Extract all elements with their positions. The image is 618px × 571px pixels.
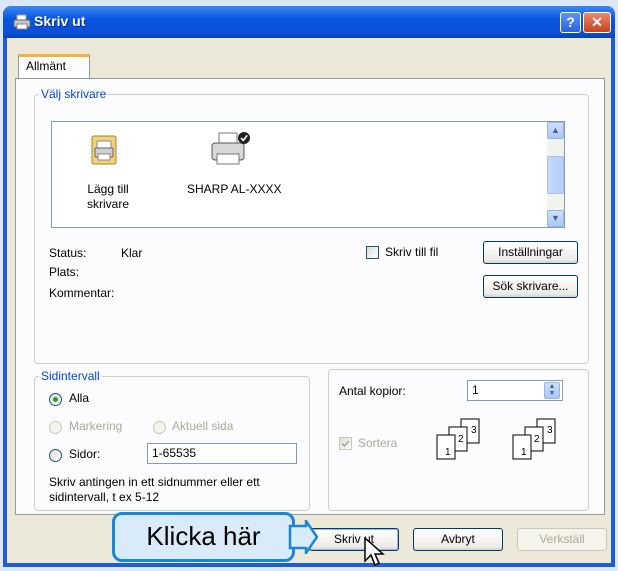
selection-label: Markering <box>69 419 123 433</box>
printer-list-scrollbar[interactable]: ▲ ▼ <box>547 122 564 227</box>
print-to-file-label: Skriv till fil <box>385 245 439 259</box>
mouse-cursor-icon <box>364 537 385 567</box>
close-button[interactable]: ✕ <box>583 12 611 33</box>
title-bar[interactable]: Skriv ut ? ✕ <box>3 6 615 38</box>
collate-page-number-2: 2 <box>458 434 464 445</box>
scroll-thumb[interactable] <box>547 156 564 194</box>
pages-input[interactable]: 1-65535 <box>147 443 297 464</box>
page-range-hint: Skriv antingen in ett sidnummer eller et… <box>49 475 260 505</box>
printer-item-add[interactable]: Lägg till skrivare <box>77 132 157 222</box>
collate-page-number-1b: 1 <box>521 447 527 458</box>
copies-spin-icon[interactable]: ▲ ▼ <box>544 382 560 399</box>
select-printer-group: Välj skrivare Lägg till skrivare SHARP A… <box>34 87 589 364</box>
all-pages-label: Alla <box>69 391 90 405</box>
help-button[interactable]: ? <box>560 12 581 33</box>
copies-input[interactable]: 1 ▲ ▼ <box>467 380 563 401</box>
find-printer-button[interactable]: Sök skrivare... <box>483 275 578 298</box>
page-range-hint-line1: Skriv antingen in ett sidnummer eller et… <box>49 475 260 489</box>
scroll-down-icon[interactable]: ▼ <box>547 210 564 227</box>
page-range-group: Sidintervall Alla Markering Aktuell sida… <box>34 369 310 511</box>
selection-radio[interactable] <box>49 421 62 434</box>
collate-pages-icon-2: 1 2 3 <box>512 418 556 460</box>
collate-checkbox[interactable] <box>339 437 352 450</box>
status-value: Klar <box>121 246 143 260</box>
callout-pointer-arrow-icon <box>288 520 318 554</box>
tab-panel-general: Välj skrivare Lägg till skrivare SHARP A… <box>15 78 605 515</box>
pages-radio[interactable] <box>49 449 62 462</box>
collate-check-icon <box>341 440 350 448</box>
dialog-client-area: Allmänt Välj skrivare Lägg till skrivare… <box>7 38 611 563</box>
click-here-callout: Klicka här <box>112 512 295 562</box>
radio-selected-dot <box>53 397 58 402</box>
apply-button[interactable]: Verkställ <box>517 528 607 551</box>
copies-label: Antal kopior: <box>339 384 406 398</box>
location-label: Plats: <box>49 265 80 279</box>
printer-sharp-label: SHARP AL-XXXX <box>187 182 282 196</box>
window-title: Skriv ut <box>34 13 86 29</box>
add-printer-label-line2: skrivare <box>86 197 129 211</box>
scroll-up-icon[interactable]: ▲ <box>547 122 564 139</box>
comment-label: Kommentar: <box>49 286 115 300</box>
current-page-radio[interactable] <box>153 421 166 434</box>
copies-group: Antal kopior: 1 ▲ ▼ Sortera 1 2 3 1 2 3 <box>328 369 589 511</box>
add-printer-icon <box>91 135 117 165</box>
tab-general[interactable]: Allmänt <box>18 54 90 78</box>
collate-page-number-3: 3 <box>471 425 477 436</box>
print-to-file-checkbox[interactable] <box>366 246 379 259</box>
cancel-button[interactable]: Avbryt <box>413 528 503 551</box>
collate-page-number-3b: 3 <box>547 425 553 436</box>
pages-label: Sidor: <box>69 447 101 461</box>
preferences-button[interactable]: Inställningar <box>483 241 578 264</box>
printer-list[interactable]: Lägg till skrivare SHARP AL-XXXX ▲ ▼ <box>51 121 565 228</box>
collate-pages-icon-1: 1 2 3 <box>436 418 480 460</box>
collate-label: Sortera <box>358 436 398 450</box>
all-pages-radio[interactable] <box>49 393 62 406</box>
page-range-legend: Sidintervall <box>41 369 100 383</box>
printer-title-icon <box>13 14 31 30</box>
collate-page-number-2b: 2 <box>534 434 540 445</box>
collate-page-number-1: 1 <box>445 447 451 458</box>
add-printer-label-line1: Lägg till <box>87 182 129 196</box>
printer-icon <box>211 132 250 165</box>
print-dialog-window: Skriv ut ? ✕ Allmänt Välj skrivare Lägg … <box>3 6 615 567</box>
select-printer-legend: Välj skrivare <box>41 87 107 101</box>
printer-item-sharp[interactable]: SHARP AL-XXXX <box>179 130 294 196</box>
status-label: Status: <box>49 246 87 260</box>
page-range-hint-line2: sidintervall, t ex 5-12 <box>49 490 160 504</box>
current-page-label: Aktuell sida <box>172 419 234 433</box>
copies-value: 1 <box>472 383 479 397</box>
